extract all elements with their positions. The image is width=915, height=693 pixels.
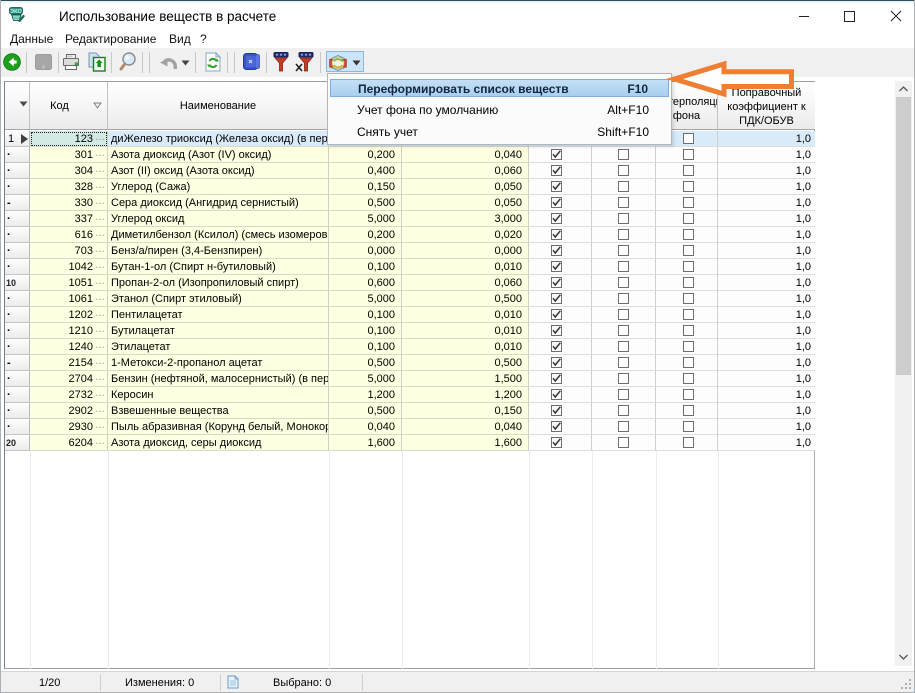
svg-text:ЭКО: ЭКО [10,9,22,15]
